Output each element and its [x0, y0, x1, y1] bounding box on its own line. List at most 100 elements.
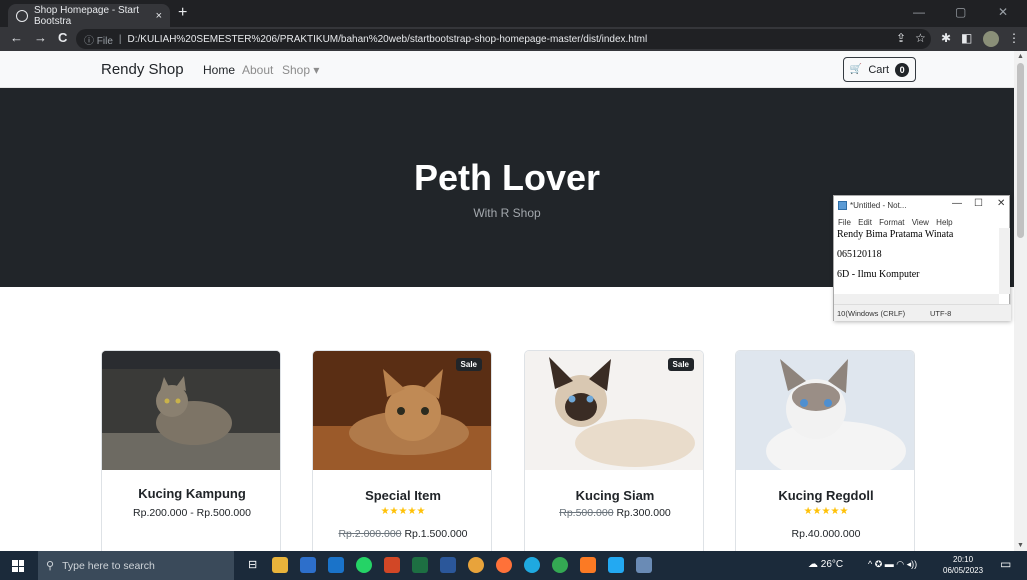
url-text: D:/KULIAH%20SEMESTER%206/PRAKTIKUM/bahan…: [127, 33, 648, 45]
taskbar-search-box[interactable]: ⚲ Type here to search: [38, 551, 234, 580]
cart-count-badge: 0: [895, 62, 910, 77]
notepad-statusbar: 10( Windows (CRLF) UTF-8: [834, 304, 1011, 321]
whatsapp-icon[interactable]: [356, 557, 372, 573]
edge-icon[interactable]: [524, 557, 540, 573]
notepad-menubar: File Edit Format View Help: [838, 218, 958, 227]
page-scrollbar[interactable]: ▲ ▼: [1014, 51, 1027, 551]
browser-menu-icon[interactable]: ⋮: [1008, 31, 1020, 45]
mail-icon[interactable]: [328, 557, 344, 573]
menu-help[interactable]: Help: [936, 218, 952, 227]
product-price: Rp.200.000 - Rp.500.000: [133, 507, 251, 519]
product-rating: ★★★★★: [380, 506, 426, 517]
taskbar-clock[interactable]: 20:10 06/05/2023: [943, 554, 983, 576]
tab-title: Shop Homepage - Start Bootstra: [34, 4, 140, 27]
scrollbar-thumb[interactable]: [1017, 63, 1024, 238]
site-brand[interactable]: Rendy Shop: [101, 61, 184, 78]
xampp-icon[interactable]: [580, 557, 596, 573]
firefox-icon[interactable]: [496, 557, 512, 573]
notepad-vertical-scrollbar[interactable]: [999, 228, 1010, 294]
profile-avatar[interactable]: [983, 31, 999, 47]
product-sale-price: Rp.1.500.000: [404, 528, 468, 540]
notepad-maximize-button[interactable]: ☐: [974, 198, 983, 209]
tab-close-icon[interactable]: ×: [156, 10, 162, 22]
notepad-line: 065120118: [837, 249, 882, 260]
notepad-minimize-button[interactable]: —: [952, 198, 962, 209]
notepad-line-ending: Windows (CRLF): [848, 308, 906, 318]
address-bar-row: ← → C ⓘ File | D:/KULIAH%20SEMESTER%206/…: [0, 27, 1027, 51]
windows-start-icon[interactable]: [12, 560, 24, 572]
scroll-up-icon[interactable]: ▲: [1017, 53, 1024, 60]
notepad-close-button[interactable]: ✕: [997, 198, 1005, 209]
back-icon[interactable]: ←: [10, 30, 23, 45]
product-price: Rp.500.000 Rp.300.000: [525, 507, 703, 519]
product-card: Kucing Kampung Rp.200.000 - Rp.500.000: [101, 350, 281, 551]
product-old-price: Rp.2.000.000: [338, 528, 402, 540]
bookmark-star-icon[interactable]: ☆: [915, 31, 926, 45]
notepad-horizontal-scrollbar[interactable]: [834, 294, 999, 304]
close-button[interactable]: ✕: [998, 5, 1008, 19]
notepad-line: 6D - Ilmu Komputer: [837, 269, 920, 280]
clock-date: 06/05/2023: [943, 566, 984, 575]
product-card: Kucing Regdoll ★★★★★ Rp.40.000.000: [735, 350, 915, 551]
task-view-icon[interactable]: ⊟: [248, 558, 257, 571]
sale-badge: Sale: [455, 358, 482, 371]
menu-edit[interactable]: Edit: [858, 218, 872, 227]
notepad-cursor-pos: 10(: [837, 308, 848, 318]
nav-shop-dropdown[interactable]: Shop ▾: [282, 63, 319, 77]
taskbar-search-placeholder: Type here to search: [62, 559, 155, 572]
hero-title: Peth Lover: [413, 157, 601, 198]
powerpoint-icon[interactable]: [384, 557, 400, 573]
cart-icon: 🛒: [849, 64, 863, 75]
scroll-down-icon[interactable]: ▼: [1017, 542, 1024, 549]
notepad-title: *Untitled - Not...: [850, 201, 907, 210]
sidebar-icon[interactable]: ◧: [961, 31, 972, 45]
search-icon: ⚲: [46, 560, 55, 572]
browser-titlebar: Shop Homepage - Start Bootstra × + — ▢ ✕: [0, 0, 1027, 27]
menu-view[interactable]: View: [912, 218, 929, 227]
cart-label: Cart: [868, 63, 890, 76]
product-sale-price: Rp.300.000: [616, 507, 671, 519]
site-info-icon[interactable]: ⓘ File: [84, 32, 113, 47]
excel-icon[interactable]: [412, 557, 428, 573]
product-old-price: Rp.500.000: [559, 507, 614, 519]
minimize-button[interactable]: —: [913, 5, 925, 19]
app-icon[interactable]: [468, 557, 484, 573]
product-name: Kucing Siam: [575, 488, 655, 503]
clock-time: 20:10: [953, 555, 974, 564]
store-icon[interactable]: [300, 557, 316, 573]
url-separator: |: [118, 33, 122, 45]
product-card: Sale Special Item ★★★★★ Rp.2.000.000 Rp.…: [312, 350, 492, 551]
forward-icon[interactable]: →: [34, 30, 47, 45]
file-explorer-icon[interactable]: [272, 557, 288, 573]
product-price: Rp.40.000.000: [791, 528, 861, 540]
word-icon[interactable]: [440, 557, 456, 573]
notepad-text-area[interactable]: Rendy Bima Pratama Winata 065120118 6D -…: [834, 228, 999, 294]
maximize-button[interactable]: ▢: [955, 5, 966, 19]
browser-tab[interactable]: Shop Homepage - Start Bootstra ×: [8, 4, 170, 27]
notepad-line: Rendy Bima Pratama Winata: [837, 229, 954, 240]
menu-format[interactable]: Format: [879, 218, 904, 227]
product-price: Rp.2.000.000 Rp.1.500.000: [313, 528, 491, 540]
reload-icon[interactable]: C: [58, 30, 67, 45]
url-field[interactable]: ⓘ File | D:/KULIAH%20SEMESTER%206/PRAKTI…: [76, 29, 931, 49]
sale-badge: Sale: [667, 358, 694, 371]
weather-widget[interactable]: ☁ 26°C: [808, 559, 843, 570]
menu-file[interactable]: File: [838, 218, 851, 227]
globe-icon: [16, 9, 28, 22]
new-tab-button[interactable]: +: [178, 4, 187, 22]
nav-home-link[interactable]: Home: [203, 63, 235, 77]
product-image: [102, 351, 280, 470]
notification-icon[interactable]: ▭: [1000, 557, 1011, 571]
notepad-titlebar[interactable]: *Untitled - Not...: [834, 196, 1011, 215]
product-image: [736, 351, 914, 470]
notepad-taskbar-icon[interactable]: [636, 557, 652, 573]
system-tray-icons[interactable]: ^ ✪ ▬ ◠ ◂)): [868, 559, 917, 570]
product-rating: ★★★★★: [803, 506, 849, 517]
windows-taskbar: ⚲ Type here to search ⊟ ☁ 26°C ^ ✪ ▬ ◠ ◂…: [0, 551, 1027, 580]
share-icon[interactable]: ⇪: [896, 31, 906, 45]
vscode-icon[interactable]: [608, 557, 624, 573]
chrome-icon[interactable]: [552, 557, 568, 573]
extensions-icon[interactable]: ✱: [941, 31, 951, 45]
nav-about-link[interactable]: About: [242, 63, 273, 77]
cart-button[interactable]: 🛒 Cart 0: [843, 57, 916, 82]
